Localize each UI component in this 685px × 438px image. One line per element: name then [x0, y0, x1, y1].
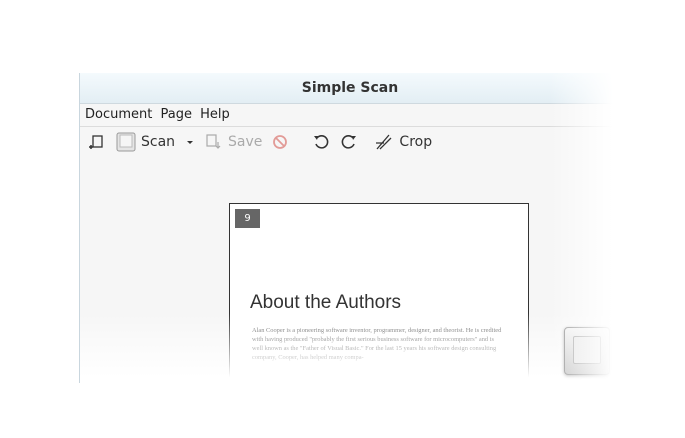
scanner-icon — [116, 132, 136, 152]
scan-button[interactable]: Scan — [116, 132, 175, 152]
crop-button[interactable]: Crop — [374, 133, 432, 151]
new-document-button[interactable] — [88, 133, 106, 151]
page-body-text: Alan Cooper is a pioneering software inv… — [252, 327, 502, 361]
simple-scan-app-icon — [564, 327, 610, 375]
dropdown-arrow-icon — [187, 141, 194, 144]
menu-bar: Document Page Help — [80, 104, 620, 127]
scan-label: Scan — [141, 134, 176, 150]
save-label: Save — [228, 134, 263, 150]
rotate-left-icon — [314, 135, 329, 149]
app-window: Simple Scan Document Page Help Scan Save… — [79, 73, 620, 383]
menu-document[interactable]: Document — [85, 107, 152, 122]
stop-button[interactable] — [272, 134, 288, 150]
page-heading: About the Authors — [250, 292, 402, 313]
rotate-right-button[interactable] — [340, 133, 358, 151]
save-button[interactable]: Save — [205, 133, 262, 151]
scanned-page[interactable]: 9 About the Authors Alan Cooper is a pio… — [229, 203, 529, 383]
toolbar: Scan Save Crop — [80, 127, 620, 157]
scan-dropdown[interactable] — [185, 137, 195, 147]
stop-icon — [273, 135, 288, 149]
menu-page[interactable]: Page — [161, 107, 192, 122]
menu-help[interactable]: Help — [200, 107, 230, 122]
new-document-icon — [89, 135, 103, 149]
crop-label: Crop — [399, 134, 433, 150]
rotate-right-icon — [342, 135, 357, 149]
rotate-left-button[interactable] — [312, 133, 330, 151]
save-icon — [206, 134, 221, 149]
window-title: Simple Scan — [80, 73, 620, 104]
page-number-badge: 9 — [235, 209, 260, 228]
crop-icon — [376, 134, 392, 150]
page-canvas[interactable]: 9 About the Authors Alan Cooper is a pio… — [80, 157, 620, 383]
